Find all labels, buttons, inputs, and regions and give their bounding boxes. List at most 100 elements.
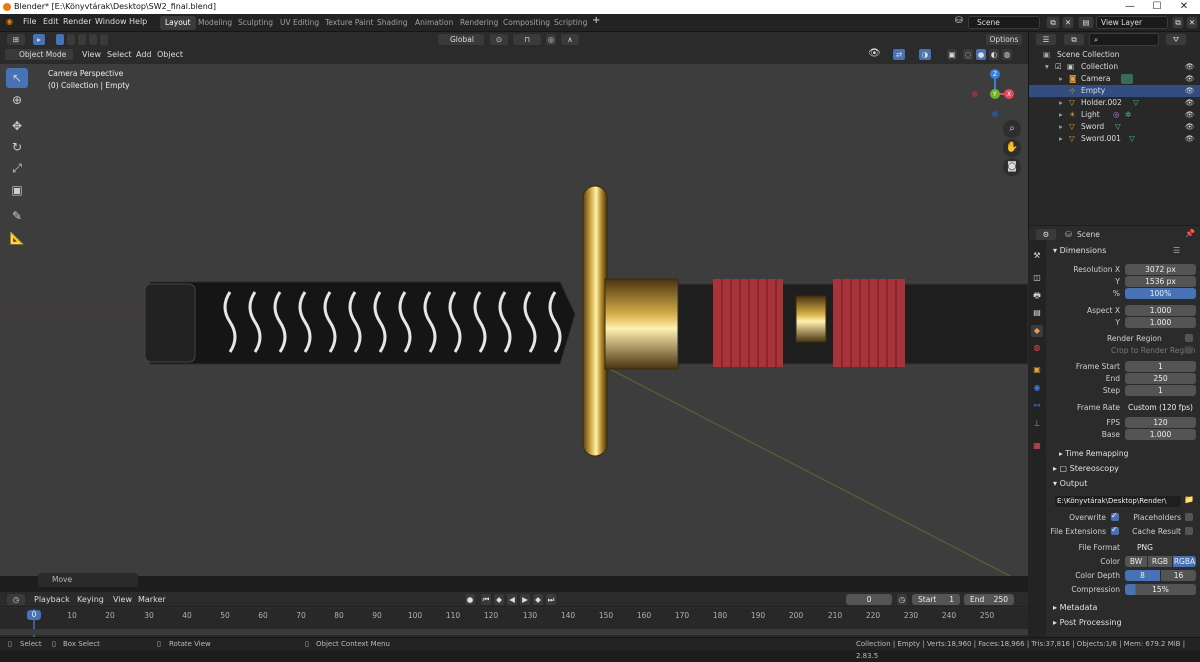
menu-render[interactable]: Render: [63, 17, 91, 26]
jump-keyframe-back-icon[interactable]: ◆: [493, 593, 505, 606]
world-tab-icon[interactable]: ◍: [1031, 342, 1043, 354]
panel-post-processing-header[interactable]: ▸ Post Processing: [1053, 618, 1122, 627]
tab-layout[interactable]: Layout: [160, 16, 196, 30]
scene-tab-icon[interactable]: ◆: [1031, 325, 1043, 337]
play-reverse-icon[interactable]: ◀: [506, 593, 518, 606]
scale-tool-icon[interactable]: ⤢: [6, 158, 28, 178]
output-tab-icon[interactable]: 🖶: [1031, 290, 1043, 302]
end-frame-field[interactable]: End 250: [964, 594, 1014, 605]
menu-window[interactable]: Window: [95, 17, 127, 26]
aspect-x-field[interactable]: 1.000: [1125, 305, 1196, 316]
frame-end-field[interactable]: 250: [1125, 373, 1196, 384]
tab-modeling[interactable]: Modeling: [193, 16, 237, 30]
scene-remove-icon[interactable]: ✕: [1062, 16, 1074, 29]
panel-metadata-header[interactable]: ▸ Metadata: [1053, 603, 1097, 612]
tab-shading[interactable]: Shading: [372, 16, 412, 30]
select-subtract-icon[interactable]: [77, 33, 87, 46]
visibility-eye-icon[interactable]: 👁: [1185, 97, 1195, 109]
rotate-tool-icon[interactable]: ↻: [6, 137, 28, 157]
tool-tab-icon[interactable]: ⚒: [1031, 250, 1043, 262]
color-rgb-button[interactable]: RGB: [1148, 556, 1172, 567]
snap-icon[interactable]: ⊓: [512, 33, 542, 46]
zoom-icon[interactable]: ⌕: [1003, 120, 1021, 138]
display-mode-icon[interactable]: ⧉: [1063, 33, 1085, 46]
visibility-eye-icon[interactable]: 👁: [1185, 73, 1195, 85]
frame-step-field[interactable]: 1: [1125, 385, 1196, 396]
playhead-marker[interactable]: 0: [27, 610, 41, 620]
timeline-editor-type-icon[interactable]: ◷: [6, 593, 26, 606]
transform-tool-icon[interactable]: ▣: [6, 180, 28, 200]
gizmo-toggle-icon[interactable]: ⇄: [892, 48, 906, 61]
expand-arrow-icon[interactable]: ▸: [1059, 73, 1063, 85]
outliner-row-sword-001[interactable]: ▸ ▽ Sword.001 ▽ 👁: [1029, 133, 1200, 145]
object-mode-dropdown[interactable]: Object Mode: [4, 48, 74, 61]
outliner-row-holder[interactable]: ▸ ▽ Holder.002 ▽ 👁: [1029, 97, 1200, 109]
panel-dimensions-header[interactable]: ▾ Dimensions: [1053, 246, 1106, 255]
play-icon[interactable]: ▶: [519, 593, 531, 606]
resolution-x-field[interactable]: 3072 px: [1125, 264, 1196, 275]
outliner-row-light[interactable]: ▸ ☀ Light ◎ ✲ 👁: [1029, 109, 1200, 121]
filter-icon[interactable]: ⛛: [1165, 33, 1187, 46]
color-depth-8-button[interactable]: 8: [1125, 570, 1160, 581]
select-intersect-icon[interactable]: [99, 33, 109, 46]
crop-region-checkbox[interactable]: [1185, 346, 1193, 354]
minimize-button[interactable]: —: [1116, 0, 1144, 14]
visibility-eye-icon[interactable]: 👁: [1185, 121, 1195, 133]
outliner-row-empty[interactable]: ⊹ Empty 👁: [1029, 85, 1200, 97]
proportional-edit-icon[interactable]: ◎: [545, 33, 557, 46]
outliner-editor-type-icon[interactable]: ☰: [1035, 33, 1057, 46]
jump-start-icon[interactable]: ⏮: [480, 593, 492, 606]
start-frame-field[interactable]: Start 1: [912, 594, 960, 605]
tab-rendering[interactable]: Rendering: [455, 16, 503, 30]
blender-menu-icon[interactable]: ◉: [6, 17, 13, 26]
color-depth-16-button[interactable]: 16: [1161, 570, 1196, 581]
tab-texture-paint[interactable]: Texture Paint: [320, 16, 378, 30]
visibility-eye-icon[interactable]: 👁: [1185, 109, 1195, 121]
file-format-dropdown[interactable]: PNG: [1125, 542, 1196, 553]
visibility-icon[interactable]: 👁: [868, 48, 881, 59]
close-button[interactable]: ✕: [1170, 0, 1198, 14]
viewport-menu-select[interactable]: Select: [107, 50, 132, 59]
panel-output-header[interactable]: ▾ Output: [1053, 479, 1087, 488]
pan-hand-icon[interactable]: ✋: [1003, 139, 1021, 157]
select-box-tool-icon[interactable]: ↖: [6, 68, 28, 88]
xray-icon[interactable]: ▣: [946, 48, 958, 61]
fps-field[interactable]: 120: [1125, 417, 1196, 428]
panel-stereoscopy-header[interactable]: ▸ ▢ Stereoscopy: [1053, 464, 1119, 473]
select-invert-icon[interactable]: [88, 33, 98, 46]
timeline-menu-keying[interactable]: Keying: [77, 595, 104, 604]
pivot-point-icon[interactable]: ⊙: [489, 33, 509, 46]
move-tool-icon[interactable]: ✥: [6, 116, 28, 136]
expand-arrow-icon[interactable]: ▸: [1059, 97, 1063, 109]
texture-tab-icon[interactable]: ▦: [1031, 440, 1043, 452]
timeline-menu-playback[interactable]: Playback: [34, 595, 70, 604]
transform-orientation-dropdown[interactable]: Global: [437, 33, 485, 46]
current-frame-field[interactable]: 0: [846, 594, 892, 605]
view-layer-selector[interactable]: View Layer: [1096, 16, 1168, 29]
measure-tool-icon[interactable]: 📐: [6, 228, 28, 248]
outliner-search-input[interactable]: ⌕: [1089, 33, 1159, 46]
view-layer-tab-icon[interactable]: ▤: [1031, 307, 1043, 319]
aspect-y-field[interactable]: 1.000: [1125, 317, 1196, 328]
scene-selector[interactable]: Scene: [968, 16, 1040, 29]
render-region-checkbox[interactable]: [1185, 334, 1193, 342]
presets-icon[interactable]: ☰: [1173, 246, 1180, 255]
wireframe-shading-icon[interactable]: ◌: [962, 48, 974, 61]
3d-viewport[interactable]: Camera Perspective (0) Collection | Empt…: [0, 64, 1028, 576]
frame-rate-dropdown[interactable]: Custom (120 fps): [1125, 402, 1196, 413]
camera-view-icon[interactable]: ◙: [1003, 158, 1021, 176]
rendered-shading-icon[interactable]: ◍: [1001, 48, 1013, 61]
placeholders-checkbox[interactable]: [1185, 513, 1193, 521]
frame-start-field[interactable]: 1: [1125, 361, 1196, 372]
last-operator-panel[interactable]: Move: [38, 573, 138, 587]
resolution-y-field[interactable]: 1536 px: [1125, 276, 1196, 287]
outliner-row-camera[interactable]: ▸ ◙ Camera 👁: [1029, 73, 1200, 85]
falloff-icon[interactable]: ∧: [560, 33, 580, 46]
tweak-tool-icon[interactable]: ▸: [32, 33, 46, 46]
visibility-eye-icon[interactable]: 👁: [1185, 61, 1195, 73]
resolution-percent-slider[interactable]: 100%: [1125, 288, 1196, 299]
options-dropdown[interactable]: Options: [985, 33, 1023, 46]
tab-sculpting[interactable]: Sculpting: [233, 16, 278, 30]
outliner-row-sword[interactable]: ▸ ▽ Sword ▽ 👁: [1029, 121, 1200, 133]
color-bw-button[interactable]: BW: [1125, 556, 1147, 567]
